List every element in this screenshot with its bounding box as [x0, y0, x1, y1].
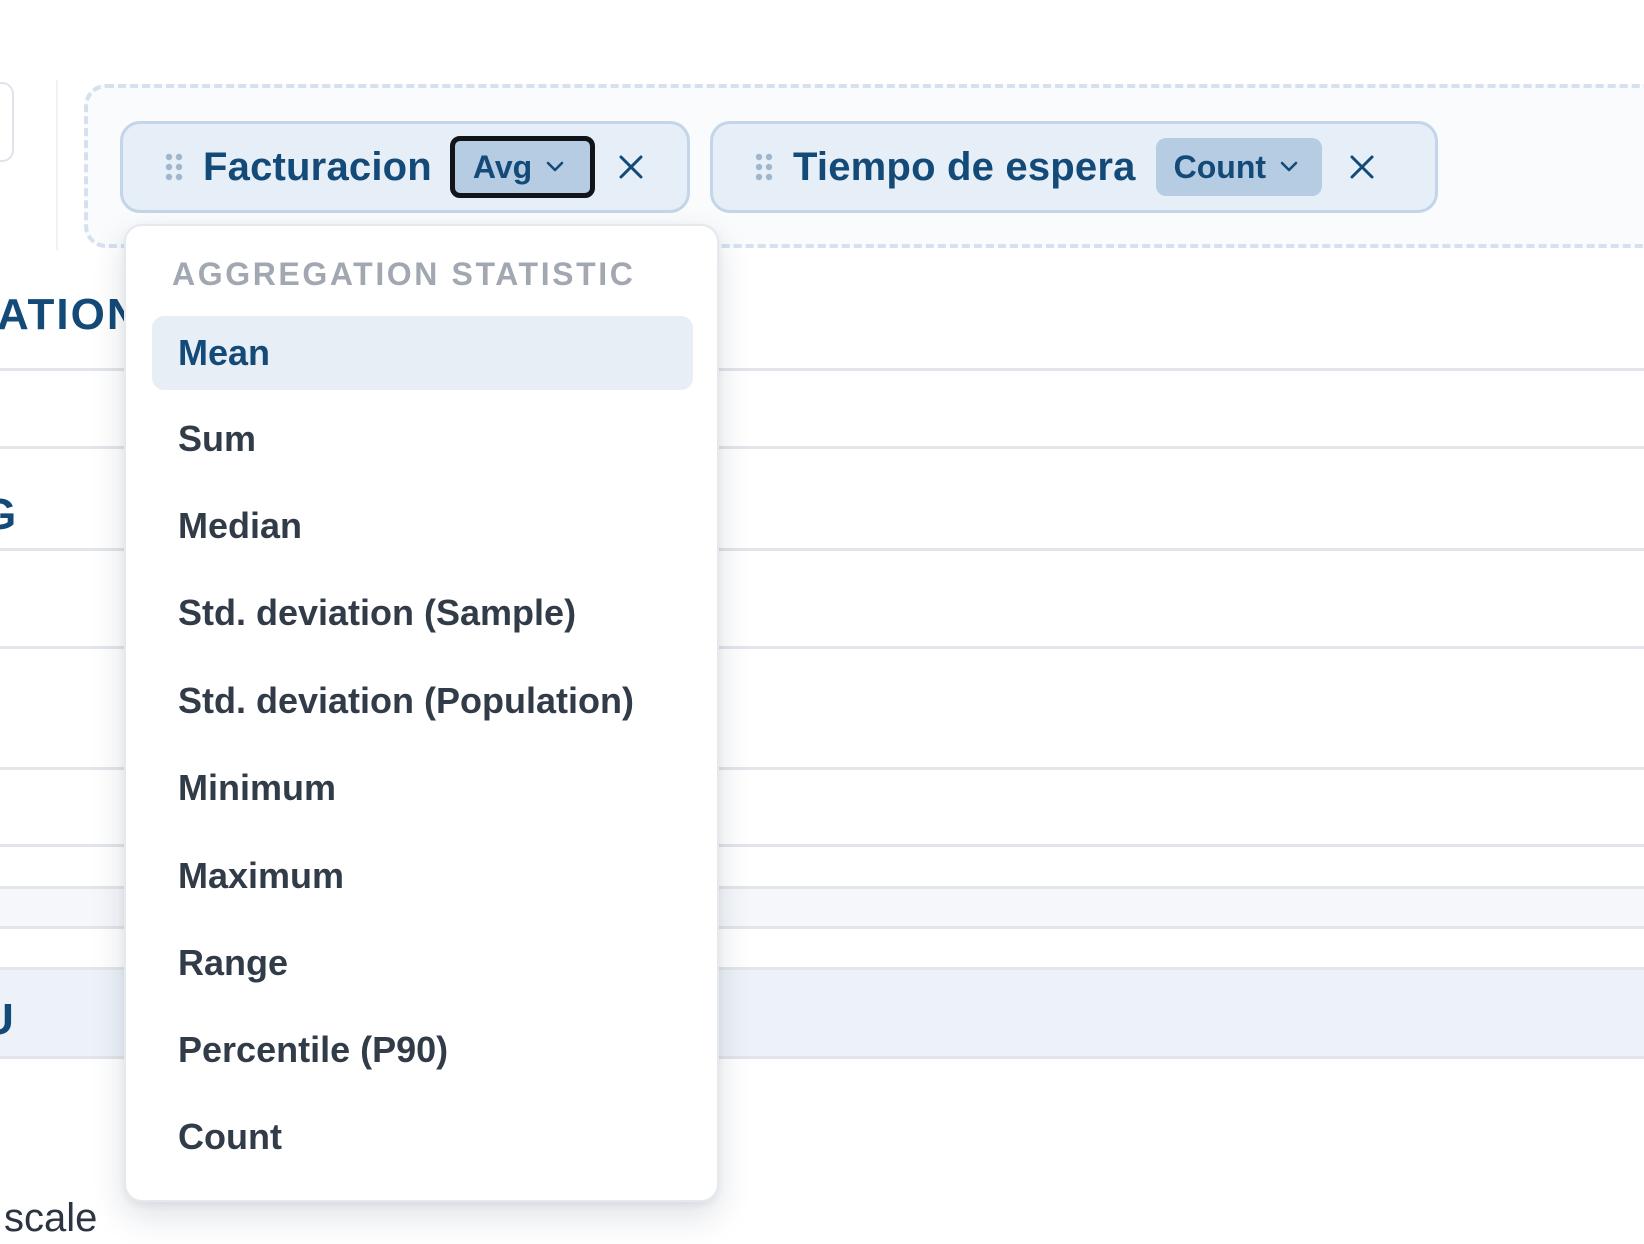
menu-item-median[interactable]: Median: [152, 489, 693, 563]
aggregation-statistic-menu: AGGREGATION STATISTIC Mean Sum Median St…: [124, 224, 719, 1202]
menu-item-std-deviation-population[interactable]: Std. deviation (Population): [152, 664, 693, 738]
aggregation-dropdown-button[interactable]: Count: [1155, 138, 1323, 196]
scale-label: scale: [4, 1196, 98, 1240]
menu-item-minimum[interactable]: Minimum: [152, 751, 693, 825]
aggregation-dropdown-button[interactable]: Avg: [449, 136, 596, 198]
menu-heading: AGGREGATION STATISTIC: [172, 256, 636, 292]
menu-item-mean[interactable]: Mean: [152, 316, 693, 390]
measure-chip-label: Facturacion: [203, 144, 432, 189]
menu-item-count[interactable]: Count: [152, 1100, 693, 1174]
menu-item-std-deviation-sample[interactable]: Std. deviation (Sample): [152, 576, 693, 650]
chevron-down-icon: [546, 161, 564, 172]
chevron-down-icon: [1280, 161, 1298, 172]
menu-item-sum[interactable]: Sum: [152, 402, 693, 476]
toolbar-divider: [56, 80, 58, 250]
menu-item-range[interactable]: Range: [152, 926, 693, 1000]
table-row-label: U: [0, 995, 14, 1045]
measure-chip-label: Tiempo de espera: [793, 144, 1136, 189]
menu-item-maximum[interactable]: Maximum: [152, 839, 693, 913]
table-column-heading: ATION: [0, 290, 141, 339]
measure-chip-facturacion[interactable]: Facturacion Avg: [120, 121, 690, 213]
table-row-label: G: [0, 490, 16, 540]
drag-handle-icon[interactable]: [753, 152, 775, 182]
close-icon[interactable]: [1348, 153, 1376, 181]
close-icon[interactable]: [617, 153, 645, 181]
menu-item-percentile-p90[interactable]: Percentile (P90): [152, 1013, 693, 1087]
aggregation-value: Count: [1173, 148, 1267, 185]
page: Facturacion Avg Tiempo de espera Count A…: [0, 0, 1644, 1244]
previous-control-box[interactable]: [0, 82, 14, 162]
drag-handle-icon[interactable]: [163, 152, 185, 182]
measure-chip-tiempo-de-espera[interactable]: Tiempo de espera Count: [710, 121, 1438, 213]
aggregation-value: Avg: [472, 148, 533, 185]
